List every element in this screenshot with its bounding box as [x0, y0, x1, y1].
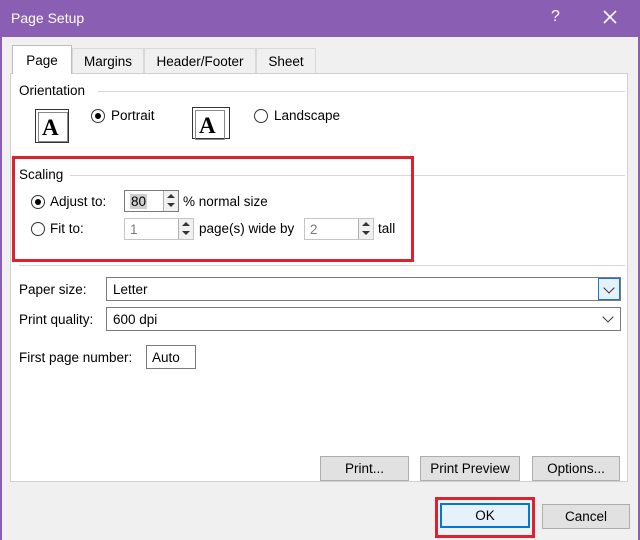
close-icon[interactable]: [601, 8, 619, 26]
tab-header-footer[interactable]: Header/Footer: [144, 48, 256, 73]
paper-size-value: Letter: [113, 282, 148, 297]
paper-size-dropdown-button[interactable]: [598, 278, 620, 300]
print-button[interactable]: Print...: [320, 456, 409, 481]
window-title: Page Setup: [11, 10, 85, 26]
tab-sheet[interactable]: Sheet: [256, 48, 316, 73]
landscape-page-icon: A: [192, 107, 230, 140]
portrait-page-icon: A: [35, 109, 69, 143]
first-page-number-input[interactable]: Auto: [146, 345, 196, 369]
paper-size-select[interactable]: Letter: [106, 277, 621, 301]
portrait-radio[interactable]: [91, 109, 105, 123]
chevron-down-icon: [603, 282, 615, 294]
cancel-button[interactable]: Cancel: [542, 504, 630, 529]
print-quality-label: Print quality:: [19, 312, 94, 327]
print-preview-button[interactable]: Print Preview: [420, 456, 520, 481]
chevron-down-icon: [602, 311, 614, 323]
print-quality-select[interactable]: 600 dpi: [106, 307, 621, 331]
options-button[interactable]: Options...: [532, 456, 620, 481]
tab-page[interactable]: Page: [12, 45, 72, 74]
paper-separator: [19, 265, 625, 266]
landscape-radio[interactable]: [254, 109, 268, 123]
print-quality-value: 600 dpi: [113, 312, 158, 327]
print-quality-dropdown-button[interactable]: [598, 308, 620, 330]
first-page-number-value: Auto: [152, 350, 180, 365]
paper-size-label: Paper size:: [19, 282, 87, 297]
portrait-label[interactable]: Portrait: [111, 108, 155, 123]
orientation-separator: [98, 91, 625, 92]
first-page-number-label: First page number:: [19, 350, 133, 365]
tab-margins[interactable]: Margins: [72, 48, 144, 73]
orientation-label: Orientation: [19, 83, 86, 98]
window-border-left: [0, 37, 2, 540]
help-button[interactable]: ?: [551, 8, 560, 26]
title-bar: Page Setup ?: [0, 0, 640, 37]
scaling-highlight-box: [12, 156, 414, 262]
ok-highlight-box: [435, 497, 535, 538]
landscape-label[interactable]: Landscape: [274, 108, 340, 123]
